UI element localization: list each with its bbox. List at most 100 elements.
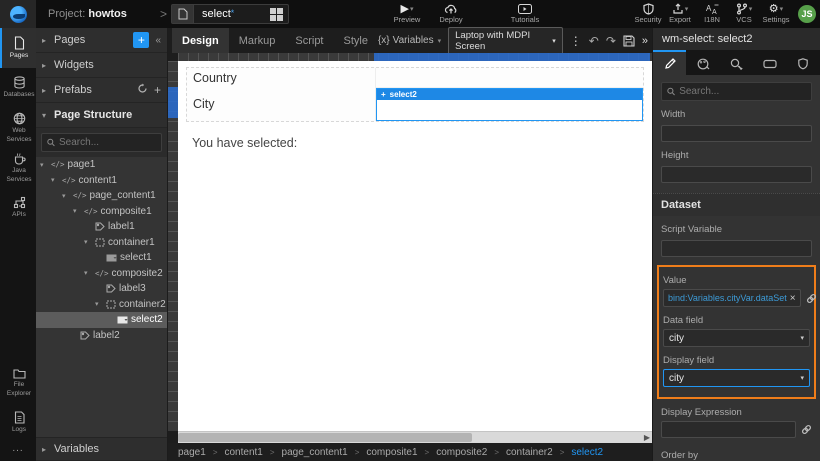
select-widget-icon (106, 254, 117, 262)
rail-more-button[interactable]: ... (0, 443, 36, 461)
security-button[interactable]: Security (633, 3, 663, 25)
tab-design[interactable]: Design (172, 28, 229, 53)
tab-style[interactable]: Style (334, 28, 378, 53)
section-variables[interactable]: ▸ Variables (36, 437, 167, 461)
page-selector-dropdown[interactable]: select* (171, 4, 289, 24)
tree-item-page1[interactable]: ▾</>page1 (36, 157, 167, 173)
settings-button[interactable]: ⚙▾ Settings (761, 3, 791, 25)
tree-item-container1[interactable]: ▾container1 (36, 235, 167, 251)
rail-item-web-services[interactable]: Web Services (0, 108, 36, 148)
api-nodes-icon (13, 196, 26, 209)
property-search[interactable] (661, 82, 812, 101)
section-prefabs[interactable]: ▸ Prefabs + (36, 78, 167, 103)
tab-device[interactable] (753, 50, 786, 75)
tree-item-container2[interactable]: ▾container2 (36, 297, 167, 313)
structure-search-input[interactable] (59, 137, 156, 148)
add-prefab-icon[interactable]: + (154, 83, 161, 97)
redo-button[interactable]: ↷ (606, 34, 616, 48)
breadcrumb-container2[interactable]: container2 (506, 447, 553, 458)
tab-markup[interactable]: Markup (229, 28, 286, 53)
structure-search[interactable] (41, 133, 162, 152)
i18n-button[interactable]: AA I18N (697, 3, 727, 25)
tree-item-composite2[interactable]: ▾</>composite2 (36, 266, 167, 282)
refresh-icon[interactable] (137, 83, 148, 97)
tab-events[interactable] (720, 50, 753, 75)
variables-menu[interactable]: {x} Variables ▾ (378, 35, 441, 46)
tree-item-select1[interactable]: select1 (36, 250, 167, 266)
data-field-label: Data field (663, 315, 810, 326)
height-input[interactable] (661, 166, 812, 183)
tree-item-label1[interactable]: label1 (36, 219, 167, 235)
rail-item-databases[interactable]: Databases (0, 68, 36, 108)
rail-item-apis[interactable]: APIs (0, 188, 36, 228)
add-page-button[interactable]: + (133, 32, 149, 48)
clear-value-icon[interactable]: × (790, 293, 796, 304)
expand-panel-icon[interactable]: » (642, 35, 648, 47)
export-button[interactable]: ▾ Export (665, 3, 695, 25)
canvas-horizontal-scrollbar[interactable]: ▶ (178, 431, 652, 443)
data-field-select[interactable]: city ▾ (663, 329, 810, 347)
width-input[interactable] (661, 125, 812, 142)
tab-security[interactable] (787, 50, 820, 75)
tree-item-composite1[interactable]: ▾</>composite1 (36, 204, 167, 220)
select2-widget-body[interactable] (377, 100, 642, 120)
breadcrumb-page1[interactable]: page1 (178, 447, 206, 458)
property-search-input[interactable] (679, 86, 806, 97)
city-select-cell: + select2 (375, 88, 643, 121)
vcs-button[interactable]: ▾ VCS (729, 3, 759, 25)
undo-button[interactable]: ↶ (589, 34, 599, 48)
export-icon: ▾ (672, 3, 689, 15)
rail-item-pages[interactable]: Pages (0, 28, 36, 68)
play-icon: ▶▾ (401, 3, 414, 15)
tab-script[interactable]: Script (285, 28, 333, 53)
inspector-title: wm-select: select2 (653, 28, 820, 50)
bind-link-icon[interactable] (806, 293, 817, 304)
value-input[interactable]: bind:Variables.cityVar.dataSet × (663, 289, 801, 307)
preview-button[interactable]: ▶▾ Preview (385, 3, 429, 25)
select2-widget-header[interactable]: + select2 (377, 89, 642, 100)
breadcrumb-composite2[interactable]: composite2 (436, 447, 487, 458)
section-widgets[interactable]: ▸ Widgets (36, 53, 167, 78)
page-grid-icon[interactable] (270, 8, 283, 21)
collapse-panel-icon[interactable]: « (155, 35, 161, 46)
horizontal-ruler (178, 53, 652, 61)
breadcrumb-content1[interactable]: content1 (224, 447, 262, 458)
tree-item-label2[interactable]: label2 (36, 328, 167, 344)
section-page-structure[interactable]: ▾ Page Structure (36, 103, 167, 128)
tree-item-content1[interactable]: ▾</>content1 (36, 173, 167, 189)
breadcrumb-page_content1[interactable]: page_content1 (282, 447, 348, 458)
chevron-down-icon: ▾ (552, 37, 556, 45)
display-field-select[interactable]: city ▾ (663, 369, 810, 387)
deploy-button[interactable]: Deploy (429, 3, 473, 25)
canvas-toolbar: Design Markup Script Style {x} Variables… (168, 28, 652, 53)
tree-item-page_content1[interactable]: ▾</>page_content1 (36, 188, 167, 204)
tree-item-label3[interactable]: label3 (36, 281, 167, 297)
script-variable-input[interactable] (661, 240, 812, 257)
tutorials-button[interactable]: Tutorials (503, 3, 547, 25)
section-pages[interactable]: ▸ Pages + « (36, 28, 167, 53)
display-expression-input[interactable] (661, 421, 796, 438)
save-button[interactable] (623, 35, 635, 47)
breadcrumb-select2[interactable]: select2 (571, 447, 603, 458)
tab-properties[interactable] (653, 50, 686, 75)
collapsed-arrow-icon: ▸ (42, 86, 54, 95)
user-avatar[interactable]: JS (798, 5, 816, 23)
city-label[interactable]: City (187, 88, 375, 121)
scrollbar-thumb[interactable] (178, 433, 472, 442)
inspector-body: Width Height Dataset Script Variable Val… (653, 75, 820, 461)
rail-item-logs[interactable]: Logs (0, 403, 36, 443)
country-label[interactable]: Country (187, 68, 375, 88)
design-canvas[interactable]: Country City + select2 (178, 61, 652, 431)
tree-item-select2[interactable]: select2 (36, 312, 167, 328)
app-logo[interactable] (0, 0, 36, 28)
rail-item-java-services[interactable]: Java Services (0, 148, 36, 188)
scroll-right-arrow-icon[interactable]: ▶ (644, 432, 650, 444)
select2-widget[interactable]: + select2 (376, 88, 643, 121)
breadcrumb-composite1[interactable]: composite1 (366, 447, 417, 458)
kebab-menu-icon[interactable]: ⋮ (570, 34, 582, 48)
country-select-cell[interactable] (375, 68, 643, 88)
rail-item-file-explorer[interactable]: File Explorer (0, 363, 36, 403)
device-selector[interactable]: Laptop with MDPI Screen ▾ (448, 27, 563, 55)
tab-styles[interactable] (686, 50, 719, 75)
bind-link-icon[interactable] (801, 424, 812, 435)
